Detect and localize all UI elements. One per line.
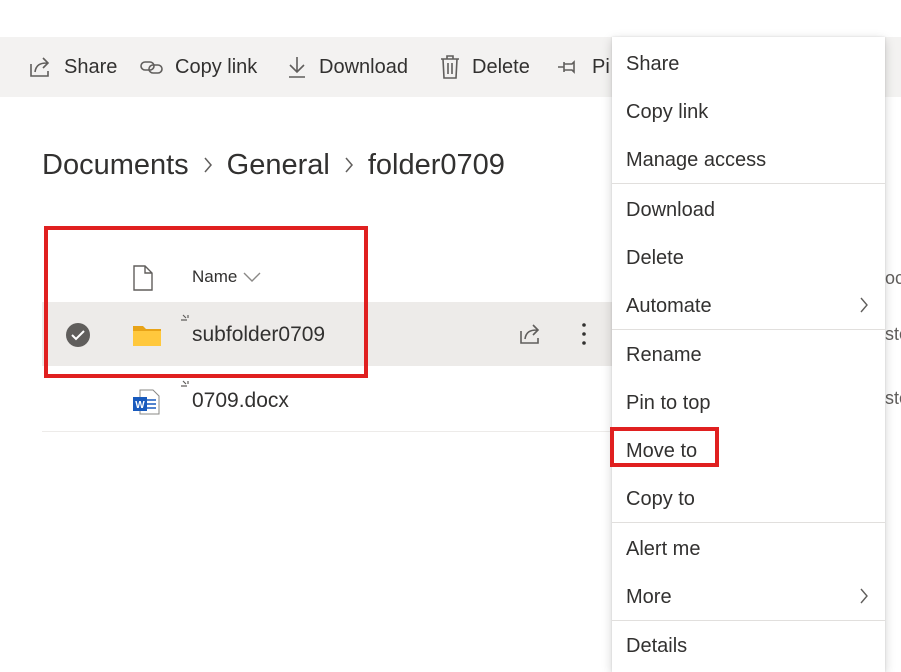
menu-item-delete[interactable]: Delete bbox=[612, 234, 885, 282]
menu-divider bbox=[612, 183, 885, 184]
chevron-right-icon bbox=[203, 156, 213, 174]
svg-text:W: W bbox=[135, 400, 145, 411]
menu-item-label: Automate bbox=[626, 294, 712, 317]
menu-item-copy-link[interactable]: Copy link bbox=[612, 88, 885, 136]
breadcrumb-general[interactable]: General bbox=[227, 149, 330, 182]
delete-command-label: Delete bbox=[472, 55, 530, 78]
menu-divider bbox=[612, 620, 885, 621]
menu-item-automate[interactable]: Automate bbox=[612, 282, 885, 330]
menu-item-rename[interactable]: Rename bbox=[612, 331, 885, 379]
chevron-right-icon bbox=[860, 588, 868, 604]
menu-item-label: Alert me bbox=[626, 537, 701, 560]
copy-link-command-label: Copy link bbox=[175, 55, 258, 78]
annotation-highlight-box bbox=[610, 427, 719, 467]
menu-item-label: Copy link bbox=[626, 100, 709, 123]
menu-item-details[interactable]: Details bbox=[612, 622, 885, 670]
pin-command-label: Pi bbox=[592, 55, 610, 78]
chevron-right-icon bbox=[860, 297, 868, 313]
menu-item-label: Pin to top bbox=[626, 391, 711, 414]
download-command-label: Download bbox=[319, 55, 408, 78]
copy-link-command[interactable]: Copy link bbox=[139, 37, 257, 97]
menu-item-label: Details bbox=[626, 634, 688, 657]
word-document-icon: W bbox=[133, 389, 160, 415]
new-item-sparkle-icon bbox=[181, 380, 189, 387]
menu-divider bbox=[612, 329, 885, 330]
share-command[interactable]: Share bbox=[28, 37, 117, 97]
chevron-right-icon bbox=[344, 156, 354, 174]
menu-item-label: Share bbox=[626, 52, 680, 75]
breadcrumb-current-folder: folder0709 bbox=[367, 148, 505, 181]
pin-icon bbox=[558, 60, 575, 74]
link-icon bbox=[140, 61, 163, 74]
cell-fragment: ste bbox=[885, 388, 901, 408]
download-icon bbox=[289, 57, 305, 78]
menu-item-label: Delete bbox=[626, 246, 684, 269]
menu-item-label: Download bbox=[626, 198, 715, 221]
menu-item-share[interactable]: Share bbox=[612, 40, 885, 88]
column-header-fragment: oc bbox=[885, 268, 901, 288]
menu-item-manage-access[interactable]: Manage access bbox=[612, 136, 885, 184]
item-name-link[interactable]: 0709.docx bbox=[192, 389, 289, 413]
menu-item-label: Manage access bbox=[626, 148, 767, 171]
menu-item-label: Copy to bbox=[626, 487, 695, 510]
menu-item-copy-to[interactable]: Copy to bbox=[612, 475, 885, 523]
menu-item-alert-me[interactable]: Alert me bbox=[612, 525, 885, 573]
menu-item-label: Rename bbox=[626, 343, 702, 366]
menu-item-label: More bbox=[626, 585, 672, 608]
share-icon bbox=[30, 57, 50, 77]
breadcrumb: Documents General folder0709 bbox=[42, 143, 505, 187]
annotation-highlight-box bbox=[44, 226, 368, 378]
share-command-label: Share bbox=[64, 55, 118, 78]
share-icon[interactable] bbox=[518, 322, 544, 346]
menu-item-more[interactable]: More bbox=[612, 573, 885, 621]
trash-icon bbox=[441, 55, 459, 79]
menu-item-pin-to-top[interactable]: Pin to top bbox=[612, 379, 885, 427]
menu-item-download[interactable]: Download bbox=[612, 186, 885, 234]
menu-divider bbox=[612, 522, 885, 523]
pin-command[interactable]: Pi bbox=[556, 37, 610, 97]
context-menu: Share Copy link Manage access Download D… bbox=[612, 37, 885, 672]
row-divider bbox=[42, 431, 612, 432]
breadcrumb-documents[interactable]: Documents bbox=[42, 149, 189, 182]
cell-fragment: ste bbox=[885, 324, 901, 344]
download-command[interactable]: Download bbox=[285, 37, 408, 97]
more-vertical-icon[interactable] bbox=[580, 321, 588, 347]
delete-command[interactable]: Delete bbox=[438, 37, 530, 97]
